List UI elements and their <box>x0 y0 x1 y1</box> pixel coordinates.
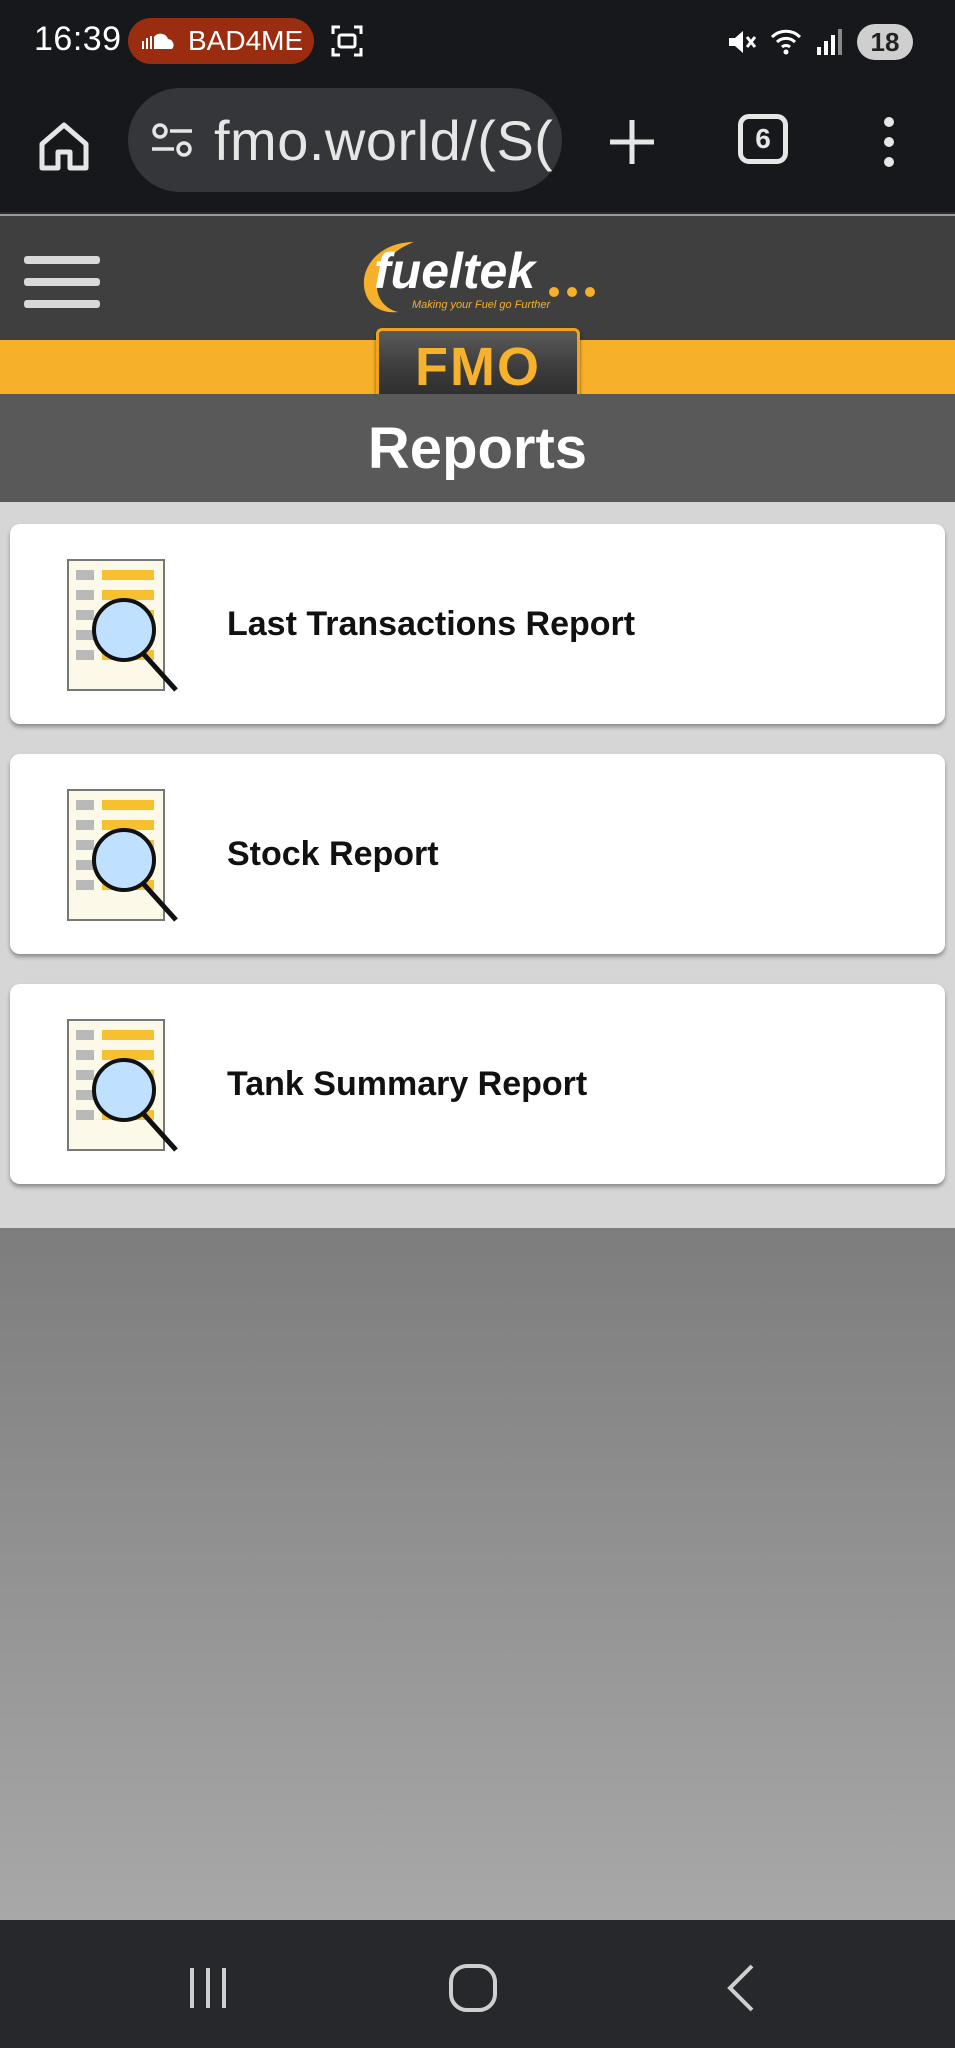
fueltek-logo: fueltek Making your Fuel go Further <box>363 242 595 313</box>
report-search-icon <box>67 559 178 692</box>
report-card-stock[interactable]: Stock Report <box>10 754 945 954</box>
system-nav-bar <box>0 1920 955 2048</box>
home-nav-icon[interactable] <box>443 1960 503 2016</box>
page-title: Reports <box>367 415 588 481</box>
mute-icon <box>729 31 757 53</box>
status-bar: 16:39 BAD4ME 18 <box>0 0 955 84</box>
url-text: fmo.world/(S( <box>214 108 554 172</box>
signal-icon <box>817 29 842 55</box>
title-bar: Reports <box>0 394 955 502</box>
logo-tagline: Making your Fuel go Further <box>412 299 552 311</box>
notification-label: BAD4ME <box>188 25 304 56</box>
clock: 16:39 <box>34 20 122 58</box>
screen: 16:39 BAD4ME 18 fmo.world/(S(6 fueltek … <box>0 0 955 2048</box>
report-card-last-transactions[interactable]: Last Transactions Report <box>10 524 945 724</box>
report-search-icon <box>67 1019 178 1152</box>
new-tab-icon[interactable] <box>604 114 660 170</box>
report-card-tank-summary[interactable]: Tank Summary Report <box>10 984 945 1184</box>
status-icons: 18 <box>725 20 913 64</box>
site-settings-icon[interactable] <box>150 120 194 160</box>
page-background <box>0 1228 955 1920</box>
report-label: Stock Report <box>227 834 439 873</box>
url-bar[interactable]: fmo.world/(S( <box>128 88 562 192</box>
hamburger-menu-icon[interactable] <box>24 256 100 308</box>
more-options-icon[interactable] <box>874 112 904 172</box>
app-header: fueltek Making your Fuel go Further <box>0 216 955 340</box>
logo-text: fueltek <box>374 243 537 299</box>
fmo-badge-label: FMO <box>415 337 541 397</box>
wifi-icon <box>770 29 802 55</box>
home-icon[interactable] <box>34 116 94 176</box>
browser-toolbar: fmo.world/(S( 6 <box>0 84 955 214</box>
screenshot-icon <box>331 25 363 57</box>
notification-pill[interactable]: BAD4ME <box>128 18 314 64</box>
report-list: Last Transactions Report Stock Report Ta… <box>0 502 955 1228</box>
report-label: Last Transactions Report <box>227 604 636 643</box>
cloud-icon <box>142 33 174 49</box>
report-search-icon <box>67 789 178 922</box>
recent-apps-icon[interactable] <box>178 1960 238 2016</box>
battery-indicator: 18 <box>857 24 913 60</box>
tab-switcher-button[interactable]: 6 <box>738 114 788 164</box>
back-icon[interactable] <box>712 1960 772 2016</box>
report-label: Tank Summary Report <box>227 1064 588 1103</box>
